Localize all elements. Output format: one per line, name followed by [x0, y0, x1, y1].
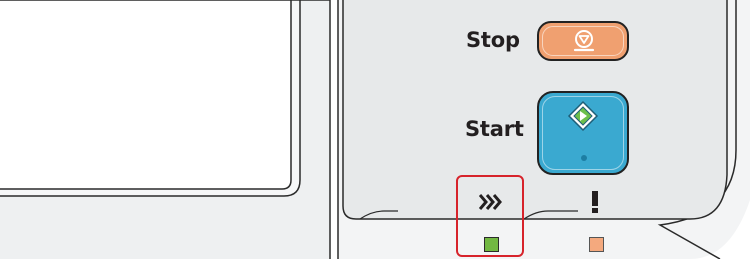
attention-indicator-led	[589, 237, 604, 252]
start-led-dot	[581, 155, 587, 161]
processing-indicator-highlight	[456, 175, 524, 257]
start-diamond-icon	[567, 100, 599, 132]
stop-icon	[573, 30, 595, 52]
stop-label: Stop	[466, 28, 520, 52]
stop-button[interactable]	[537, 21, 629, 61]
operation-panel: Stop Start	[0, 0, 750, 259]
panel-body	[0, 0, 750, 259]
touch-display[interactable]	[0, 0, 331, 259]
attention-exclamation-icon	[592, 191, 598, 213]
start-button[interactable]	[537, 91, 629, 175]
start-label: Start	[465, 117, 524, 141]
